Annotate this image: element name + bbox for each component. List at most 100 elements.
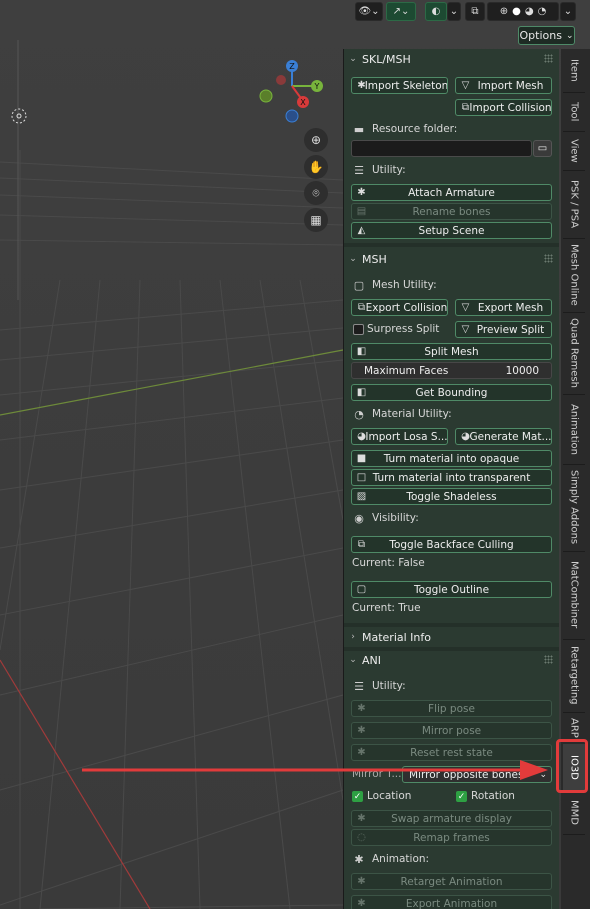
mirror-select-value: Mirror opposite bones — [409, 768, 524, 781]
toggle-outline-button[interactable]: ▢ Toggle Outline — [351, 581, 552, 598]
tab-psk-psa[interactable]: PSK / PSA — [563, 170, 585, 239]
shading-mode-group[interactable]: ⊕ ● ◕ ◔ — [487, 2, 559, 21]
rotation-checkbox[interactable]: ✓ — [456, 791, 467, 802]
export-collision-button[interactable]: ⧉ Export Collision — [351, 299, 448, 316]
overlay-icon[interactable]: ◐ — [425, 2, 447, 21]
section-skl-msh-header[interactable]: ⌄ SKL/MSH — [344, 49, 559, 69]
mirror-pose-button[interactable]: ✱ Mirror pose — [351, 722, 552, 739]
preview-split-button[interactable]: ▽ Preview Split — [455, 321, 552, 338]
split-icon: ▽ — [461, 324, 470, 335]
mirror-type-select[interactable]: Mirror opposite bones ⌄ — [402, 766, 552, 783]
solid-shading-icon[interactable]: ● — [512, 6, 521, 17]
resource-folder-input[interactable] — [351, 140, 532, 157]
rotation-label: Rotation — [471, 790, 515, 802]
chevron-down-icon: ⌄ — [349, 254, 357, 264]
swap-armature-display-button[interactable]: ✱ Swap armature display — [351, 810, 552, 827]
pan-hand-icon[interactable]: ✋ — [304, 155, 328, 179]
section-title: MSH — [362, 252, 387, 266]
import-collision-button[interactable]: ⧉ Import Collision — [455, 99, 552, 116]
navigation-gizmo[interactable]: Z Y X — [255, 56, 335, 126]
tab-retargeting[interactable]: Retargeting — [563, 639, 585, 713]
xray-toggle-icon[interactable]: ⧉ — [465, 2, 485, 21]
tab-quad-remesh[interactable]: Quad Remesh — [563, 312, 585, 395]
gizmo-icon[interactable]: ↗⌄ — [386, 2, 416, 21]
attach-armature-button[interactable]: ✱ Attach Armature — [351, 184, 552, 201]
axis-y-label: Y — [314, 82, 320, 91]
import-losa-button[interactable]: ◕ Import Losa S... — [351, 428, 448, 445]
armature-icon: ✱ — [354, 852, 364, 866]
wireframe-shading-icon[interactable]: ⊕ — [500, 6, 508, 17]
material-sphere-icon: ◕ — [461, 431, 470, 442]
drag-grip-icon[interactable] — [544, 655, 553, 664]
tab-view[interactable]: View — [563, 131, 585, 171]
3d-cursor-icon — [11, 108, 27, 124]
remap-frames-button[interactable]: ◌ Remap frames — [351, 829, 552, 846]
section-msh-header[interactable]: ⌄ MSH — [344, 249, 559, 269]
reset-rest-state-button[interactable]: ✱ Reset rest state — [351, 744, 552, 761]
zoom-icon[interactable]: ⊕ — [304, 128, 328, 152]
toggle-backface-button[interactable]: ⧉ Toggle Backface Culling — [351, 536, 552, 553]
surpress-split-label: Surpress Split — [367, 323, 440, 335]
split-mesh-button[interactable]: ◧ Split Mesh — [351, 343, 552, 360]
tab-mesh-online[interactable]: Mesh Online — [563, 238, 585, 313]
import-mesh-button[interactable]: ▽ Import Mesh — [455, 77, 552, 94]
export-mesh-button[interactable]: ▽ Export Mesh — [455, 299, 552, 316]
browse-folder-button[interactable]: ▭ — [533, 140, 552, 157]
tab-simply-addons[interactable]: Simply Addons — [563, 464, 585, 552]
chevron-down-icon: ⌄ — [539, 769, 547, 780]
shading-dropdown-chevron-icon[interactable]: ⌄ — [560, 2, 576, 21]
eye-icon: ◉ — [354, 511, 364, 525]
material-shading-icon[interactable]: ◕ — [525, 6, 534, 17]
grid-perspective-icon[interactable]: ▦ — [304, 208, 328, 232]
turn-transparent-button[interactable]: □ Turn material into transparent — [351, 469, 552, 486]
setup-scene-button[interactable]: ◭ Setup Scene — [351, 222, 552, 239]
export-icon: ✱ — [357, 898, 366, 909]
eye-icon[interactable]: 👁⌄ — [355, 2, 383, 21]
retarget-animation-button[interactable]: ✱ Retarget Animation — [351, 873, 552, 890]
chevron-right-icon: › — [351, 632, 355, 642]
section-material-info-header[interactable]: › Material Info — [344, 627, 559, 647]
location-checkbox[interactable]: ✓ — [352, 791, 363, 802]
tab-tool[interactable]: Tool — [563, 92, 585, 132]
chevron-down-icon: ⌄ — [565, 30, 574, 41]
rendered-shading-icon[interactable]: ◔ — [538, 6, 547, 17]
utility-label: ☰ Utility: — [351, 163, 406, 177]
mirror-type-label: Mirror T... — [352, 768, 402, 780]
tab-matcombiner[interactable]: MatCombiner — [563, 551, 585, 640]
mesh-utility-label: ▢ Mesh Utility: — [351, 278, 437, 292]
overlay-dropdown-chevron-icon[interactable]: ⌄ — [447, 2, 461, 21]
rename-bones-button[interactable]: ▤ Rename bones — [351, 203, 552, 220]
collision-box-icon: ⧉ — [461, 102, 470, 113]
sliders-icon: ☰ — [354, 163, 364, 177]
solid-cube-icon: ■ — [356, 453, 367, 464]
drag-grip-icon[interactable] — [544, 54, 553, 63]
rename-icon: ▤ — [356, 206, 367, 217]
tab-item[interactable]: Item — [563, 49, 585, 93]
options-label: Options — [519, 29, 562, 42]
backface-icon: ⧉ — [357, 539, 366, 550]
tab-animation[interactable]: Animation — [563, 394, 585, 465]
material-icon: ◔ — [354, 407, 364, 421]
outline-current-status: Current: True — [352, 602, 421, 614]
export-animation-button[interactable]: ✱ Export Animation — [351, 895, 552, 909]
retarget-icon: ✱ — [357, 876, 366, 887]
maximum-faces-field[interactable]: Maximum Faces 10000 — [351, 362, 552, 379]
maximum-faces-value: 10000 — [505, 364, 539, 377]
drag-grip-icon[interactable] — [544, 254, 553, 263]
surpress-split-checkbox[interactable] — [353, 324, 364, 335]
generate-mat-button[interactable]: ◕ Generate Mat... — [455, 428, 552, 445]
import-skeleton-button[interactable]: ✱ Import Skeleton — [351, 77, 448, 94]
armature-icon: ✱ — [357, 80, 366, 91]
get-bounding-button[interactable]: ◧ Get Bounding — [351, 384, 552, 401]
remap-icon: ◌ — [357, 832, 366, 843]
tab-mmd[interactable]: MMD — [563, 791, 585, 835]
wire-cube-icon: □ — [356, 472, 367, 483]
section-ani-header[interactable]: ⌄ ANI — [344, 650, 559, 670]
flip-pose-button[interactable]: ✱ Flip pose — [351, 700, 552, 717]
options-dropdown[interactable]: Options ⌄ — [518, 26, 575, 45]
maximum-faces-label: Maximum Faces — [364, 364, 449, 377]
camera-icon[interactable]: ⌾ — [304, 181, 328, 205]
sliders-icon: ☰ — [354, 679, 364, 693]
turn-opaque-button[interactable]: ■ Turn material into opaque — [351, 450, 552, 467]
toggle-shadeless-button[interactable]: ▨ Toggle Shadeless — [351, 488, 552, 505]
